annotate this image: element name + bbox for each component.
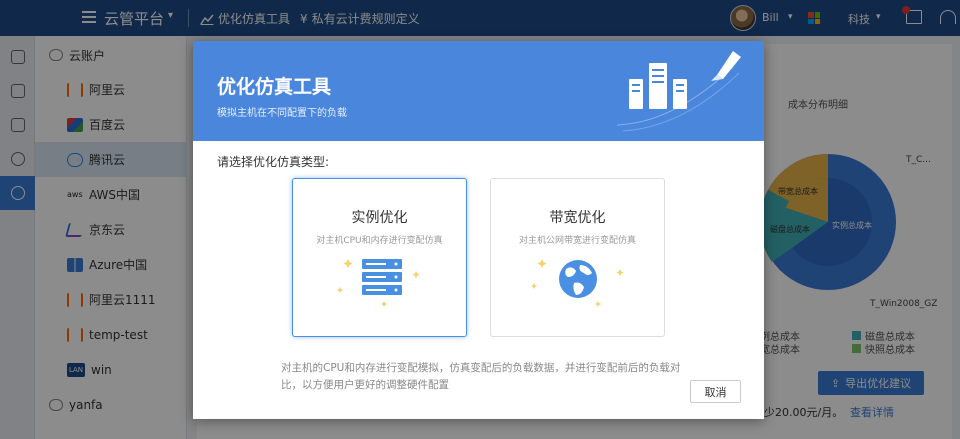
- globe-icon: [531, 259, 624, 307]
- card-description: 对主机公网带宽进行变配仿真: [518, 236, 636, 246]
- server-stack-icon: [337, 259, 420, 307]
- servers-rocket-illustration-icon: [616, 51, 741, 132]
- select-type-prompt: 请选择优化仿真类型:: [217, 155, 330, 169]
- instance-optimization-card[interactable]: 实例优化 对主机CPU和内存进行变配仿真: [292, 178, 467, 337]
- card-description: 对主机CPU和内存进行变配仿真: [316, 236, 443, 246]
- dialog-note: 对主机的CPU和内存进行变配模拟，仿真变配后的负载数据，并进行变配前后的负载对比…: [281, 362, 681, 391]
- card-title: 实例优化: [351, 210, 408, 226]
- cancel-button[interactable]: 取消: [690, 380, 741, 403]
- bandwidth-optimization-card[interactable]: 带宽优化 对主机公网带宽进行变配仿真: [490, 178, 665, 337]
- card-title: 带宽优化: [549, 210, 606, 226]
- dialog-subtitle: 模拟主机在不同配置下的负载: [217, 108, 347, 119]
- optimization-tool-dialog: 优化仿真工具 模拟主机在不同配置下的负载 请选择优化仿真类型: 实例优化 对主机…: [193, 41, 764, 419]
- dialog-header: 优化仿真工具 模拟主机在不同配置下的负载: [193, 41, 764, 141]
- dialog-title: 优化仿真工具: [217, 76, 332, 98]
